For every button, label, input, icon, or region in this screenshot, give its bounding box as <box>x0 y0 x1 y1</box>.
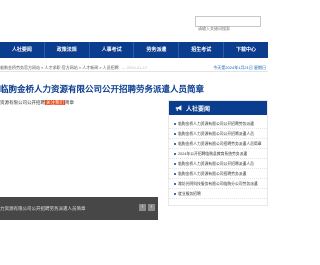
sidebar-news-label[interactable]: 潍坊光明科技服务有限公司临朐分公司劳务派遣 <box>178 182 258 186</box>
sidebar-news-item[interactable]: 临朐金桥人力资源有限公司公开招聘派遣人员 <box>169 129 267 139</box>
sidebar-news-label[interactable]: 临朐金桥人力资源有限公司公开招聘派遣人员 <box>178 132 254 136</box>
sidebar-list: 临朐金桥人力资源有限公司公开招聘劳务派遣 临朐金桥人力资源有限公司公开招聘派遣人… <box>169 119 267 199</box>
sidebar-news-label[interactable]: 临朐金桥人力资源有限公司公开招聘派遣人员 <box>178 162 254 166</box>
sidebar-news-item[interactable]: 临朐金桥人力资源有限公司招聘劳务派遣 <box>169 169 267 179</box>
breadcrumb-time: — 2024-01-17 <box>121 65 148 70</box>
sidebar-news-label[interactable]: 临朐金桥人力资源有限公司招聘劳务派遣 <box>178 172 246 176</box>
sidebar-news-label[interactable]: 就业服务招聘 <box>178 192 201 196</box>
slider-controls: ‹ › <box>139 204 155 211</box>
nav-item-dispatch[interactable]: 劳务派遣 <box>133 42 178 58</box>
breadcrumb-bar: 临朐金桥劳务官方网站 » 人才求职·官方网站 » 人才新闻 » 人员招聘 — 20… <box>0 63 268 72</box>
slider-prev-button[interactable]: ‹ <box>139 204 146 211</box>
subline-suffix: 简章 <box>65 100 74 105</box>
slider-next-button[interactable]: › <box>148 204 155 211</box>
sidebar-news-item[interactable]: 临朐金桥人力资源有限公司公开招聘劳务派遣 <box>169 119 267 129</box>
sidebar-title: 人社要闻 <box>186 107 211 113</box>
sidebar-news-label[interactable]: 临朐金桥人力资源有限公司公开招聘劳务派遣 <box>178 122 254 126</box>
bullet-icon <box>174 193 176 195</box>
slider-caption[interactable]: 力资源有限公司公开招聘劳务派遣人员简章 <box>0 206 86 212</box>
main-nav: 人社要闻 政策法规 人事考试 劳务派遣 招生考试 下载中心 <box>0 42 268 58</box>
bullet-icon <box>174 143 176 145</box>
nav-item-admission[interactable]: 招生考试 <box>178 42 223 58</box>
bullet-icon <box>174 123 176 125</box>
bullet-icon <box>174 133 176 135</box>
sidebar-news-label[interactable]: 临朐金桥人力资源有限公司招聘劳务派遣人员简章 <box>178 142 262 146</box>
sidebar-news-panel: 人社要闻 临朐金桥人力资源有限公司公开招聘劳务派遣 临朐金桥人力资源有限公司公开… <box>168 100 268 206</box>
nav-item-news[interactable]: 人社要闻 <box>0 42 44 58</box>
search-input[interactable] <box>196 24 260 33</box>
bullet-icon <box>174 173 176 175</box>
image-slider[interactable]: 力资源有限公司公开招聘劳务派遣人员简章 ‹ › <box>0 197 158 220</box>
sidebar-news-item[interactable]: 就业服务招聘 <box>169 189 267 199</box>
sidebar-news-label[interactable]: 2024年公开招聘临朐县教育系统劳务派遣 <box>178 152 247 156</box>
sidebar-news-item[interactable]: 临朐金桥人力资源有限公司招聘劳务派遣人员简章 <box>169 139 267 149</box>
nav-item-exam[interactable]: 人事考试 <box>88 42 134 58</box>
sidebar-header: 人社要闻 <box>169 101 267 115</box>
bullet-icon <box>174 153 176 155</box>
bullet-icon <box>174 183 176 185</box>
bullet-icon <box>174 163 176 165</box>
article-subline: 资源有限公司公开招聘关注我们简章 <box>0 100 74 106</box>
breadcrumb-text[interactable]: 临朐金桥劳务官方网站 » 人才求职·官方网站 » 人才新闻 » 人员招聘 <box>0 65 119 70</box>
nav-item-policy[interactable]: 政策法规 <box>43 42 89 58</box>
subline-prefix: 资源有限公司公开招聘 <box>0 100 45 105</box>
breadcrumb: 临朐金桥劳务官方网站 » 人才求职·官方网站 » 人才新闻 » 人员招聘 — 20… <box>0 65 147 71</box>
follow-us-badge[interactable]: 关注我们 <box>45 100 65 105</box>
megaphone-icon <box>175 105 182 111</box>
sidebar-news-item[interactable]: 2024年公开招聘临朐县教育系统劳务派遣 <box>169 149 267 159</box>
sidebar-news-item[interactable]: 临朐金桥人力资源有限公司公开招聘派遣人员 <box>169 159 267 169</box>
article-title: 临朐金桥人力资源有限公司公开招聘劳务派遣人员简章 <box>0 84 205 94</box>
current-date: 今天是2024年1月21日 星期日 <box>213 65 266 70</box>
nav-item-download[interactable]: 下载中心 <box>223 42 268 58</box>
sidebar-news-item[interactable]: 潍坊光明科技服务有限公司临朐分公司劳务派遣 <box>169 179 267 189</box>
search-box[interactable] <box>195 16 261 33</box>
